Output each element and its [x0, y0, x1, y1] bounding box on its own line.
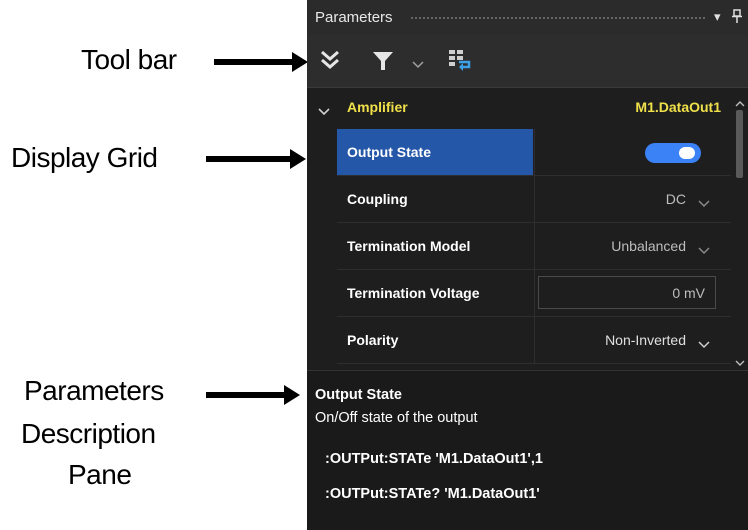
- polarity-select[interactable]: Non-Inverted: [534, 317, 732, 363]
- row-name: Termination Model: [347, 238, 471, 254]
- table-row-termination-voltage[interactable]: Termination Voltage 0 mV: [337, 270, 731, 317]
- grid-scrollbar[interactable]: [731, 88, 748, 370]
- display-grid-arrow: [206, 149, 306, 169]
- titlebar-grip: [410, 16, 705, 20]
- row-value: DC: [665, 191, 686, 207]
- filter-icon[interactable]: [372, 50, 394, 77]
- row-value: Non-Inverted: [605, 332, 686, 348]
- row-name: Coupling: [347, 191, 408, 207]
- coupling-select[interactable]: DC: [534, 176, 732, 222]
- chevron-down-icon: [698, 336, 710, 352]
- description-title: Output State: [315, 387, 402, 403]
- display-grid-annotation: Display Grid: [11, 142, 158, 173]
- chevron-down-icon: [698, 242, 710, 258]
- row-name: Termination Voltage: [347, 285, 480, 301]
- pin-icon[interactable]: [732, 9, 742, 26]
- termination-voltage-input[interactable]: 0 mV: [538, 276, 716, 309]
- toolbar: [307, 35, 748, 88]
- output-state-toggle[interactable]: [645, 143, 701, 163]
- termination-model-select[interactable]: Unbalanced: [534, 223, 732, 269]
- description-arrow: [206, 385, 300, 405]
- toolbar-annotation: Tool bar: [81, 44, 177, 75]
- table-row-polarity[interactable]: Polarity Non-Inverted: [337, 317, 731, 364]
- scpi-command-set: :OUTPut:STATe 'M1.DataOut1',1: [325, 451, 543, 467]
- group-chevron-icon[interactable]: [318, 103, 330, 121]
- dropdown-icon[interactable]: ▾: [714, 9, 721, 25]
- row-name: Polarity: [347, 332, 399, 348]
- row-value: [534, 129, 732, 175]
- row-name: Output State: [337, 129, 533, 175]
- table-row-termination-model[interactable]: Termination Model Unbalanced: [337, 223, 731, 270]
- description-annotation-line2: Description: [21, 418, 156, 449]
- description-annotation-line3: Pane: [68, 459, 132, 490]
- table-row-coupling[interactable]: Coupling DC: [337, 176, 731, 223]
- scroll-thumb[interactable]: [736, 110, 743, 178]
- parameters-panel: Parameters ▾ Amplifier M1.DataOut1 Outpu…: [307, 0, 748, 530]
- description-pane: Output State On/Off state of the output …: [307, 370, 748, 530]
- description-text: On/Off state of the output: [315, 410, 478, 426]
- grid-sync-icon[interactable]: [447, 49, 471, 76]
- display-grid: Amplifier M1.DataOut1 Output State Coupl…: [307, 88, 748, 370]
- group-header-amplifier[interactable]: Amplifier M1.DataOut1: [307, 88, 731, 126]
- collapse-all-icon[interactable]: [319, 49, 341, 76]
- panel-title: Parameters: [315, 9, 393, 26]
- scpi-command-query: :OUTPut:STATe? 'M1.DataOut1': [325, 486, 540, 502]
- group-target: M1.DataOut1: [635, 99, 721, 115]
- toolbar-arrow: [214, 52, 308, 72]
- chevron-down-icon: [698, 195, 710, 211]
- description-annotation-line1: Parameters: [24, 375, 164, 406]
- chevron-down-icon[interactable]: [412, 56, 424, 74]
- panel-titlebar: Parameters ▾: [307, 0, 748, 35]
- table-row-output-state[interactable]: Output State: [337, 129, 731, 176]
- toggle-knob: [679, 147, 695, 159]
- row-value-cell: 0 mV: [534, 270, 732, 316]
- group-name: Amplifier: [347, 99, 408, 115]
- input-value: 0 mV: [672, 285, 705, 301]
- row-value: Unbalanced: [611, 238, 686, 254]
